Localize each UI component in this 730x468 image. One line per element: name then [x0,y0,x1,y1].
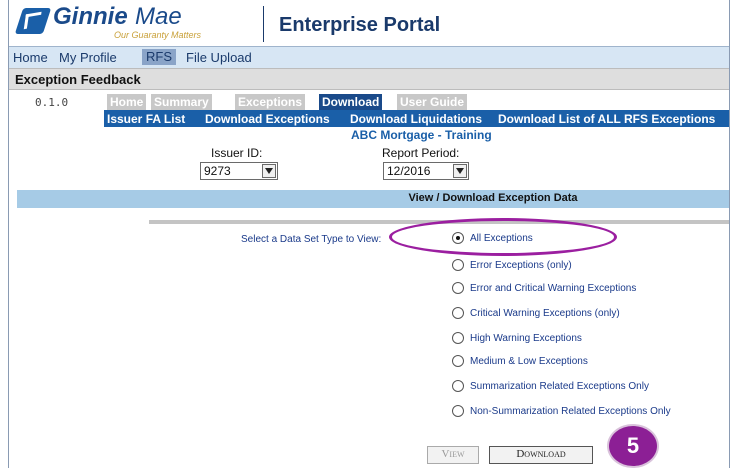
issuer-name: ABC Mortgage - Training [351,128,492,142]
top-nav: Home My Profile RFS File Upload [9,46,729,68]
tab-summary[interactable]: Summary [151,94,212,110]
subnav-issuer-fa-list[interactable]: Issuer FA List [107,112,185,126]
step-badge: 5 [607,424,659,468]
data-set-option-label: Critical Warning Exceptions (only) [470,308,620,319]
issuer-id-value: 9273 [204,164,231,178]
section-title: Exception Feedback [9,68,729,90]
chevron-down-icon [453,164,467,178]
data-set-option-label: High Warning Exceptions [470,333,582,344]
radio-button[interactable] [452,355,464,367]
nav-file-upload[interactable]: File Upload [186,50,252,65]
logo-mae-text: Mae [135,3,182,30]
issuer-id-label: Issuer ID: [211,146,263,160]
nav-my-profile[interactable]: My Profile [59,50,117,65]
report-period-value: 12/2016 [387,164,431,178]
logo-tagline: Our Guaranty Matters [114,30,202,40]
nav-rfs[interactable]: RFS [142,49,176,65]
radio-button[interactable] [452,307,464,319]
ginnie-mae-logo[interactable]: Ginnie Mae Our Guaranty Matters [14,3,259,44]
radio-button[interactable] [452,332,464,344]
tab-user-guide[interactable]: User Guide [397,94,468,110]
page-frame: Ginnie Mae Our Guaranty Matters Enterpri… [8,0,730,468]
nav-home[interactable]: Home [13,50,48,65]
radio-button[interactable] [452,380,464,392]
data-set-option-label: Medium & Low Exceptions [470,356,588,367]
data-set-option-label: Non-Summarization Related Exceptions Onl… [470,406,671,417]
download-button[interactable]: Download [489,446,593,464]
issuer-id-select[interactable]: 9273 [200,162,278,180]
data-set-option-label: Summarization Related Exceptions Only [470,381,649,392]
header: Ginnie Mae Our Guaranty Matters Enterpri… [9,0,729,46]
chevron-down-icon [262,164,276,178]
data-set-type-label: Select a Data Set Type to View: [241,234,382,245]
radio-button[interactable] [452,405,464,417]
logo-ginnie-text: Ginnie [53,3,128,30]
radio-button[interactable] [452,282,464,294]
view-button[interactable]: View [427,446,479,464]
report-period-select[interactable]: 12/2016 [383,162,469,180]
report-period-label: Report Period: [382,146,460,160]
download-subnav: Issuer FA List Download Exceptions Downl… [104,110,729,127]
subnav-download-liquidations[interactable]: Download Liquidations [350,112,482,126]
subnav-download-all-rfs[interactable]: Download List of ALL RFS Exceptions [498,112,715,126]
portal-title: Enterprise Portal [279,14,441,36]
tab-download[interactable]: Download [319,94,383,110]
subnav-download-exceptions[interactable]: Download Exceptions [205,112,330,126]
highlight-ellipse [389,218,617,256]
version-label: 0.1.0 [35,96,69,109]
header-divider [263,6,264,42]
data-set-option-label: Error and Critical Warning Exceptions [470,283,637,294]
data-set-option-label: Error Exceptions (only) [470,260,572,271]
tab-home[interactable]: Home [107,94,147,110]
tab-exceptions[interactable]: Exceptions [235,94,306,110]
radio-button[interactable] [452,259,464,271]
view-download-header: View / Download Exception Data [17,190,729,208]
logo-mark-icon [14,8,52,34]
view-download-header-text: View / Download Exception Data [408,192,578,204]
